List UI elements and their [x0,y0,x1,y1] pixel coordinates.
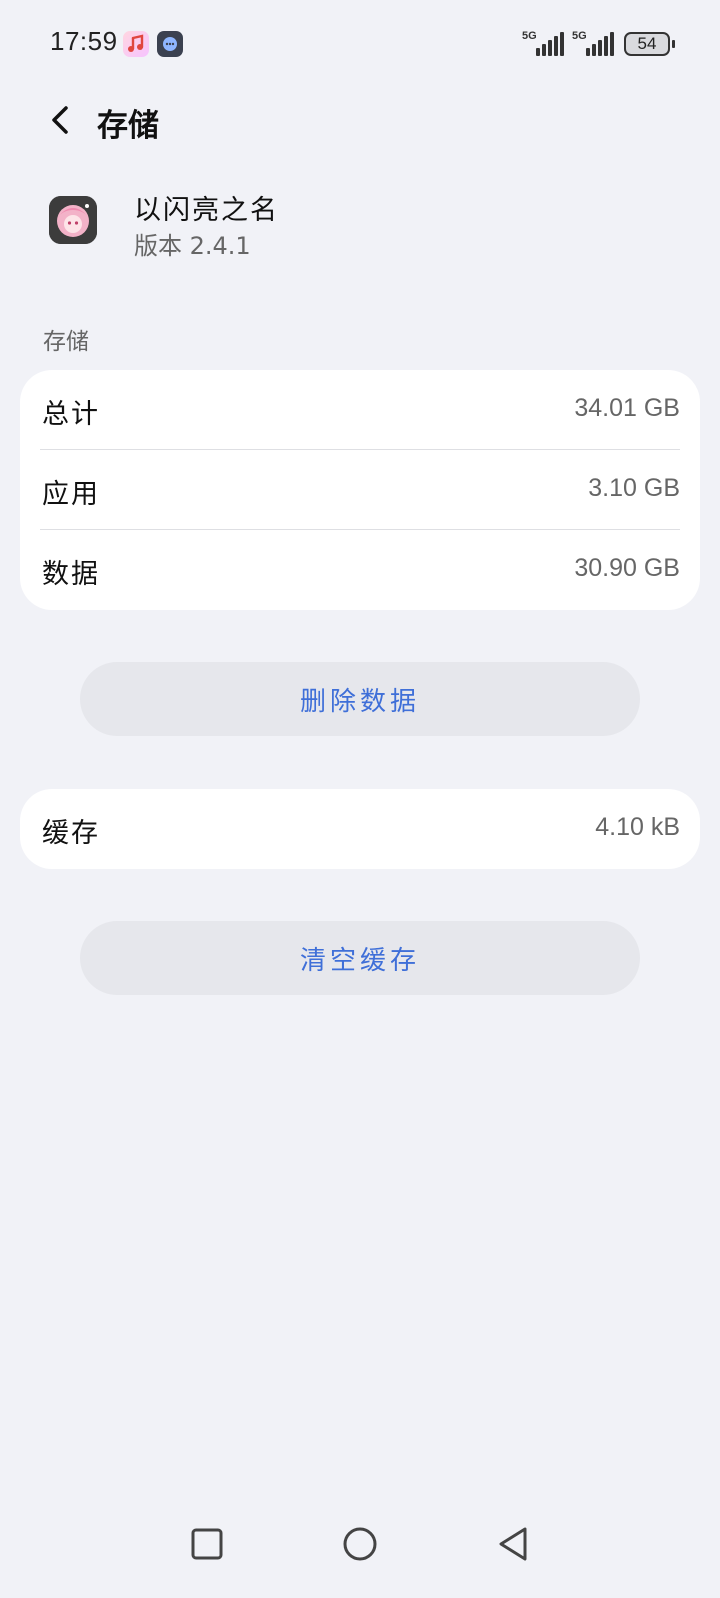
navigation-bar [0,1520,720,1598]
row-label: 应用 [42,479,100,510]
row-label: 总计 [42,399,100,430]
row-label: 缓存 [42,818,100,849]
battery-icon: 54 [624,32,675,56]
status-bar: 17:59 5G 5G 54 [0,0,720,88]
page-title: 存储 [97,108,159,144]
storage-card: 总计 34.01 GB 应用 3.10 GB 数据 30.90 GB [20,370,700,610]
cache-card: 缓存 4.10 kB [20,789,700,869]
back-button[interactable] [40,98,80,142]
status-indicators: 5G 5G 54 [516,28,675,60]
app-version: 版本 2.4.1 [134,232,251,260]
chevron-left-icon [52,106,68,134]
cache-row: 缓存 4.10 kB [20,789,700,869]
storage-row-app: 应用 3.10 GB [20,450,700,530]
circle-icon [343,1527,377,1561]
app-info: 以闪亮之名 版本 2.4.1 [0,180,720,280]
storage-row-total: 总计 34.01 GB [20,370,700,450]
row-value: 30.90 GB [574,554,680,582]
network-type-label: 5G [572,30,587,42]
signal-icon: 5G [572,30,616,58]
triangle-back-icon [499,1527,527,1561]
chat-app-icon [157,31,183,57]
row-value: 4.10 kB [595,813,680,841]
recent-apps-button[interactable] [183,1520,231,1568]
delete-data-button[interactable]: 删除数据 [80,662,640,736]
row-value: 3.10 GB [588,474,680,502]
signal-icon: 5G [522,30,566,58]
app-icon [49,196,97,244]
music-app-icon [123,31,149,57]
network-type-label: 5G [522,30,537,42]
row-label: 数据 [42,559,100,590]
app-name: 以闪亮之名 [134,195,279,226]
header: 存储 [0,88,720,152]
clear-cache-button[interactable]: 清空缓存 [80,921,640,995]
nav-back-button[interactable] [489,1520,537,1568]
battery-level: 54 [637,34,657,53]
status-time: 17:59 [50,26,118,56]
storage-row-data: 数据 30.90 GB [20,530,700,610]
home-button[interactable] [336,1520,384,1568]
square-icon [191,1528,223,1560]
row-value: 34.01 GB [574,394,680,422]
section-label-storage: 存储 [43,329,89,355]
